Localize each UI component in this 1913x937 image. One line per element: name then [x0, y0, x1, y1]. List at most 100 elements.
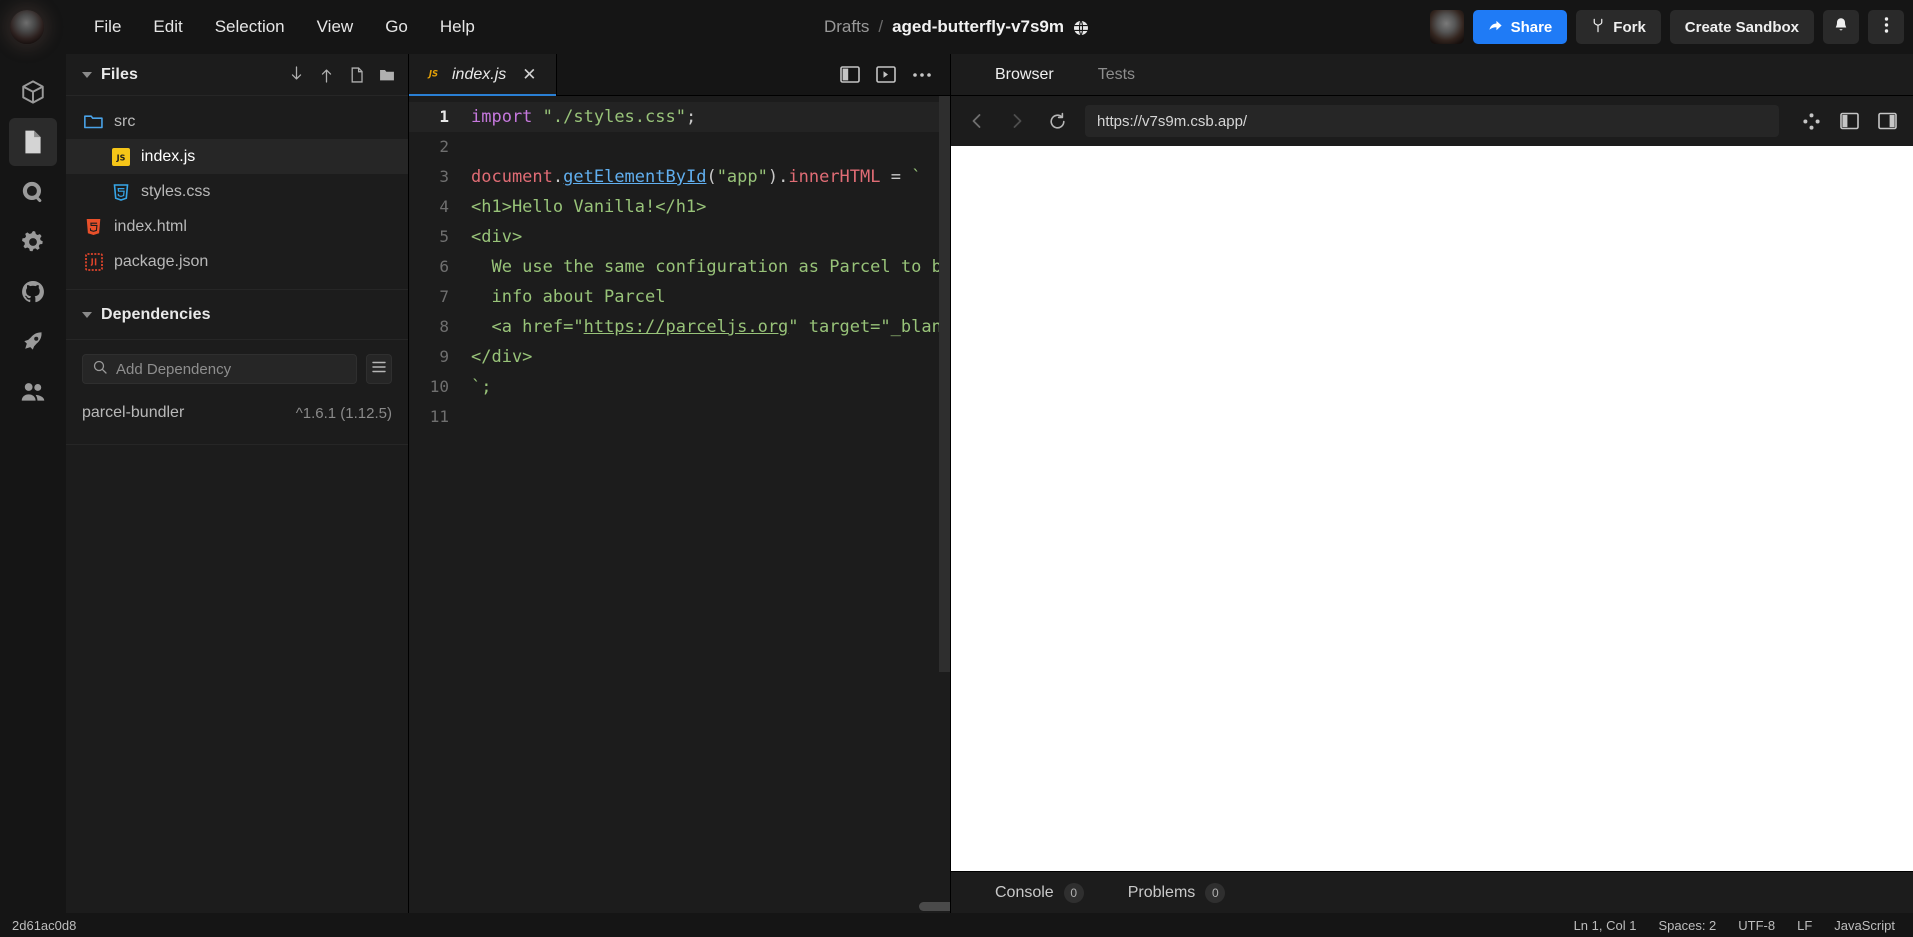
status-indentation[interactable]: Spaces: 2 — [1658, 918, 1716, 933]
more-options-icon[interactable] — [912, 72, 932, 78]
dependencies-panel-header: Dependencies — [66, 289, 408, 340]
rocket-icon — [24, 332, 43, 350]
search-icon — [22, 181, 42, 203]
tree-row-src[interactable]: src — [66, 104, 408, 139]
close-icon[interactable]: ✕ — [522, 65, 536, 85]
menu-item-selection[interactable]: Selection — [199, 11, 301, 43]
sidebar-item-github[interactable] — [9, 268, 57, 316]
add-dependency-input[interactable] — [116, 360, 346, 378]
tree-row-index-js[interactable]: JS index.js — [66, 139, 408, 174]
dependency-row[interactable]: parcel-bundler ^1.6.1 (1.12.5) — [66, 392, 408, 434]
tree-label: package.json — [114, 252, 209, 270]
new-folder-icon[interactable] — [378, 66, 395, 83]
menu-item-help[interactable]: Help — [424, 11, 491, 43]
create-sandbox-button[interactable]: Create Sandbox — [1669, 10, 1814, 44]
tab-tests[interactable]: Tests — [1076, 54, 1157, 96]
open-in-editor-icon[interactable] — [1875, 109, 1899, 133]
chevron-down-icon[interactable] — [82, 311, 92, 318]
tab-console[interactable]: Console 0 — [973, 872, 1106, 914]
code-token: "./styles.css" — [542, 107, 686, 127]
sidebar-item-sandbox[interactable] — [9, 68, 57, 116]
code-area[interactable]: 1 import "./styles.css"; 2 3 document.getEle… — [409, 96, 950, 913]
sidebar-item-deployment[interactable] — [9, 318, 57, 366]
chevron-right-icon[interactable] — [1005, 109, 1029, 133]
add-dependency-search[interactable] — [82, 354, 357, 384]
sidebar-item-live[interactable] — [9, 368, 57, 416]
editor-horizontal-scrollbar[interactable] — [919, 902, 950, 911]
dependency-name: parcel-bundler — [82, 404, 185, 421]
reload-icon[interactable] — [1045, 109, 1069, 133]
chevron-down-icon[interactable] — [82, 71, 92, 78]
line-content: info about Parcel — [471, 282, 950, 312]
tab-browser[interactable]: Browser — [973, 54, 1076, 96]
editor-tab-index-js[interactable]: JS index.js ✕ — [409, 54, 557, 96]
line-content: import "./styles.css"; — [471, 102, 950, 132]
js-file-icon: JS — [111, 147, 130, 166]
open-in-new-window-icon[interactable] — [1837, 109, 1861, 133]
problems-label: Problems — [1127, 883, 1196, 901]
editor-tab-bar: JS index.js ✕ — [409, 54, 950, 96]
sidebar-divider — [66, 444, 408, 445]
tree-row-styles-css[interactable]: styles.css — [66, 174, 408, 209]
dependency-menu-button[interactable] — [366, 354, 392, 384]
sidebar-item-explorer[interactable] — [9, 118, 57, 166]
status-language-mode[interactable]: JavaScript — [1834, 918, 1895, 933]
code-token: We use the same configuration as Parcel … — [491, 257, 950, 277]
notifications-button[interactable] — [1823, 10, 1859, 44]
bell-icon — [1833, 17, 1849, 38]
code-line: 7 info about Parcel — [409, 282, 950, 312]
share-icon — [1488, 18, 1503, 37]
line-number: 10 — [429, 377, 449, 396]
status-encoding[interactable]: UTF-8 — [1738, 918, 1775, 933]
code-token: ) — [767, 167, 779, 187]
avatar[interactable] — [1429, 10, 1464, 44]
explorer-sidebar: Files src JS index.js styles.css index.h… — [66, 54, 409, 913]
share-button[interactable]: Share — [1472, 10, 1568, 44]
more-menu-button[interactable] — [1868, 10, 1904, 44]
tree-row-index-html[interactable]: index.html — [66, 209, 408, 244]
preview-footer-tabs: Console 0 Problems 0 — [951, 871, 1913, 913]
sidebar-item-search[interactable] — [9, 168, 57, 216]
sidebar-item-settings[interactable] — [9, 218, 57, 266]
json-file-icon — [84, 252, 103, 271]
split-editor-icon[interactable] — [840, 66, 860, 83]
code-token: <div> — [471, 227, 523, 247]
code-token: info about Parcel — [471, 287, 666, 307]
chevron-left-icon[interactable] — [965, 109, 989, 133]
download-icon[interactable] — [288, 66, 305, 83]
menu-item-go[interactable]: Go — [369, 11, 424, 43]
status-line-ending[interactable]: LF — [1797, 918, 1812, 933]
preview-iframe[interactable] — [951, 146, 1913, 871]
menu-item-file[interactable]: File — [78, 11, 137, 43]
preview-url-input[interactable]: https://v7s9m.csb.app/ — [1085, 105, 1779, 137]
code-line: 3 document.getElementById("app").innerHTM… — [409, 162, 950, 192]
open-preview-icon[interactable] — [876, 66, 896, 83]
js-file-icon: JS — [425, 64, 442, 86]
new-file-icon[interactable] — [348, 66, 365, 83]
tree-row-package-json[interactable]: package.json — [66, 244, 408, 279]
fork-button[interactable]: Fork — [1576, 10, 1661, 44]
tab-problems[interactable]: Problems 0 — [1106, 872, 1248, 914]
breadcrumb-sandbox-name[interactable]: aged-butterfly-v7s9m — [892, 17, 1064, 37]
upload-icon[interactable] — [318, 66, 335, 83]
code-token: </div> — [471, 347, 533, 367]
code-token: "app" — [716, 167, 768, 187]
editor-tab-label: index.js — [452, 65, 507, 83]
github-icon — [22, 280, 44, 303]
responsive-mode-icon[interactable] — [1799, 109, 1823, 133]
codesandbox-logo[interactable] — [0, 0, 54, 54]
files-icon — [25, 130, 41, 154]
menu-item-view[interactable]: View — [301, 11, 370, 43]
status-commit-hash[interactable]: 2d61ac0d8 — [12, 918, 76, 933]
status-cursor-position[interactable]: Ln 1, Col 1 — [1574, 918, 1637, 933]
breadcrumb-workspace[interactable]: Drafts — [824, 17, 869, 37]
code-line: 11 — [409, 402, 950, 432]
menu-item-edit[interactable]: Edit — [137, 11, 198, 43]
files-panel-actions — [288, 66, 395, 83]
line-content: <div> — [471, 222, 950, 252]
line-number: 8 — [439, 317, 449, 336]
tree-label: index.js — [141, 147, 196, 165]
code-editor-pane: JS index.js ✕ 1 import "./styles.css"; 2… — [409, 54, 950, 913]
editor-vertical-scrollbar[interactable] — [939, 96, 950, 672]
